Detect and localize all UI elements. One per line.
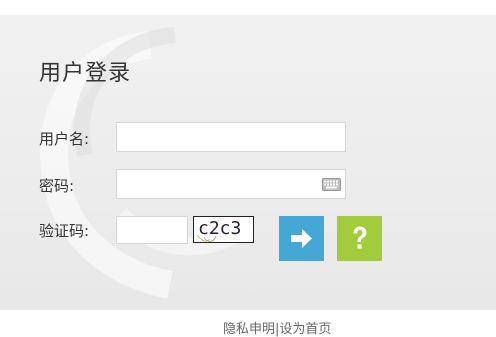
password-input[interactable] [116,169,346,199]
username-input[interactable] [116,122,346,152]
question-mark-icon [353,226,367,249]
arrow-right-icon [291,229,312,248]
login-panel: 用户登录 用户名: 密码: 验证码: c2c3 [0,15,496,310]
keyboard-icon[interactable] [322,178,341,191]
password-label: 密码: [39,177,75,195]
top-strip [0,0,496,15]
captcha-label: 验证码: [39,222,90,240]
footer-link[interactable]: 隐私申明|设为首页 [223,318,331,337]
captcha-input[interactable] [116,216,188,244]
page-title: 用户登录 [39,61,132,86]
login-submit-button[interactable] [279,216,324,261]
help-button[interactable] [337,216,382,261]
captcha-image[interactable]: c2c3 [193,216,254,243]
username-label: 用户名: [39,130,90,148]
captcha-text: c2c3 [198,218,242,239]
